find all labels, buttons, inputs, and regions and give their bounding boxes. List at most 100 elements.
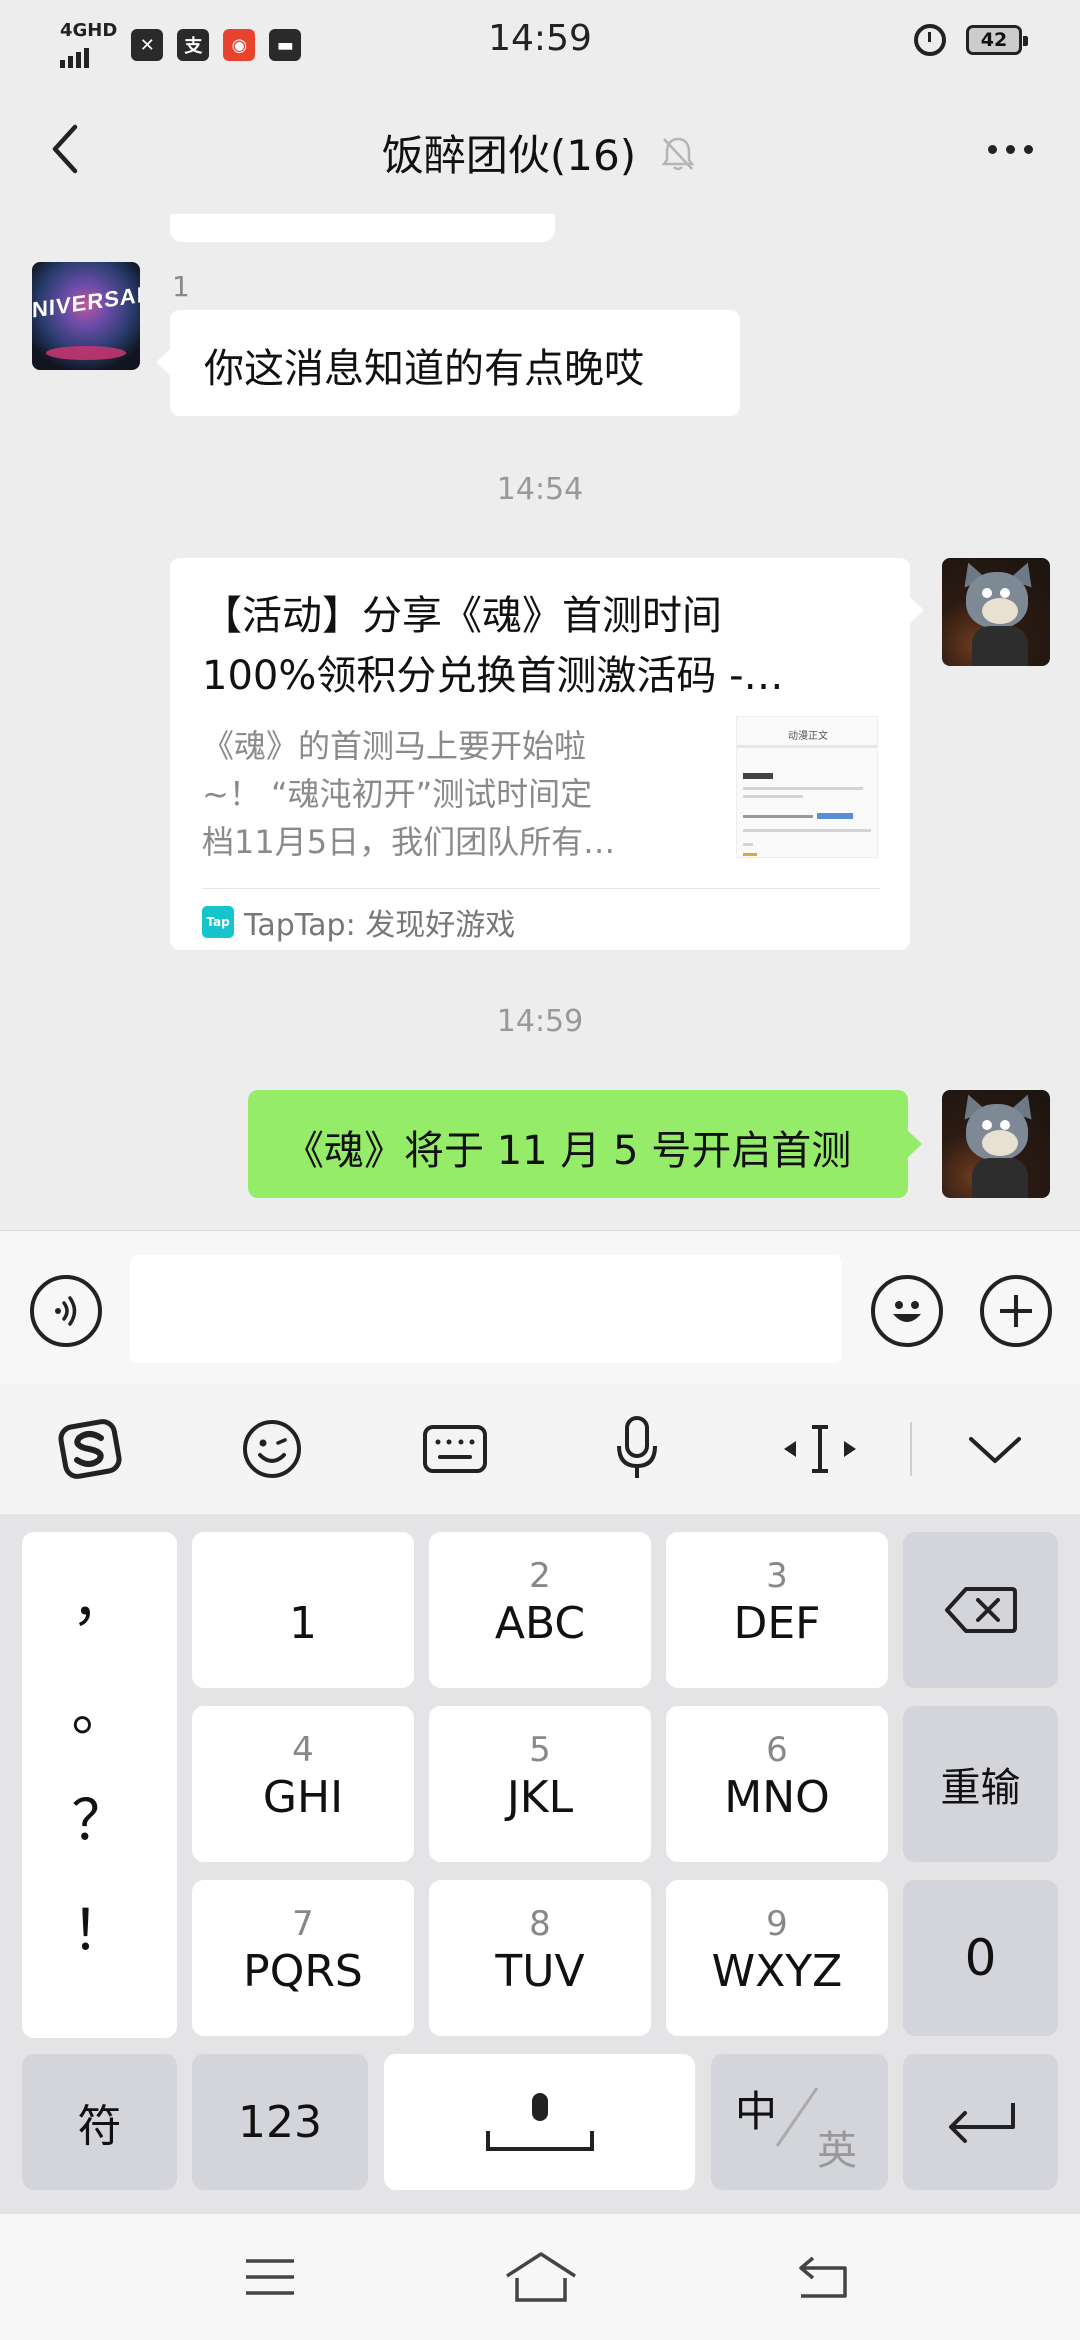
key-number: 4: [292, 1730, 314, 1770]
key-9-wxyz[interactable]: 9 WXYZ: [666, 1880, 888, 2036]
thumb-line: [743, 787, 863, 790]
cat-muzzle: [982, 1130, 1018, 1156]
avatar[interactable]: NIVERSAL: [32, 262, 140, 370]
lang-en-label: 英: [817, 2128, 857, 2174]
cat-body: [972, 1158, 1028, 1198]
thumb-line: [743, 843, 753, 846]
key-label: JKL: [506, 1772, 574, 1823]
microphone-icon: [617, 1416, 657, 1478]
dot-icon: [1005, 144, 1015, 154]
sender-name: 1: [172, 270, 190, 303]
cat-eye: [982, 588, 992, 598]
message-input[interactable]: [130, 1255, 842, 1363]
thumb-line: [743, 853, 757, 856]
avatar-logo-text: NIVERSAL: [32, 280, 140, 323]
dot-icon: [1023, 144, 1033, 154]
key-number: 2: [529, 1556, 551, 1596]
punct-exclaim-key[interactable]: ！: [22, 1886, 177, 1967]
key-number: 3: [766, 1556, 788, 1596]
avatar-self[interactable]: [942, 1090, 1050, 1198]
card-title: 【活动】分享《魂》首测时间 100%领积分兑换首测激活码 -…: [202, 586, 882, 706]
symbols-key[interactable]: 符: [22, 2054, 177, 2190]
thumb-rule: [737, 745, 877, 748]
key-2-abc[interactable]: 2 ABC: [429, 1532, 651, 1688]
emoji-button[interactable]: [871, 1275, 943, 1347]
menu-nav-button[interactable]: [210, 2234, 330, 2320]
thumb-line: [743, 829, 871, 832]
card-title-line: 100%领积分兑换首测激活码 -…: [202, 653, 784, 699]
status-icons-right: 42: [914, 24, 1028, 56]
link-card-message[interactable]: 【活动】分享《魂》首测时间 100%领积分兑换首测激活码 -… 《魂》的首测马上…: [170, 558, 924, 950]
key-label: PQRS: [243, 1946, 363, 1997]
key-8-tuv[interactable]: 8 TUV: [429, 1880, 651, 2036]
message-bubble-partial[interactable]: [170, 214, 555, 242]
enter-wrap: [903, 2054, 1058, 2190]
card-desc-line: ~！ “魂沌初开”测试时间定: [202, 775, 593, 813]
punct-question-key[interactable]: ？: [22, 1776, 177, 1857]
message-bubble-incoming[interactable]: 你这消息知道的有点晚哎: [156, 310, 740, 416]
space-key[interactable]: [384, 2054, 695, 2190]
language-switch-key[interactable]: 中 英: [711, 2054, 888, 2190]
hide-keyboard-button[interactable]: [935, 1384, 1055, 1514]
punct-comma-key[interactable]: ，: [22, 1556, 177, 1637]
page-title: 饭醉团伙(16): [381, 131, 637, 180]
key-3-def[interactable]: 3 DEF: [666, 1532, 888, 1688]
key-number: 6: [766, 1730, 788, 1770]
emoji-keyboard-button[interactable]: [212, 1384, 332, 1514]
avatar-self[interactable]: [942, 558, 1050, 666]
globe-base: [46, 346, 126, 360]
battery-icon: 42: [966, 25, 1028, 55]
key-label: ABC: [494, 1598, 586, 1649]
chat-header: 饭醉团伙(16): [0, 84, 1080, 214]
card-divider: [202, 888, 880, 889]
keyboard-switch-button[interactable]: [395, 1384, 515, 1514]
punctuation-column[interactable]: ， 。 ？ ！: [22, 1532, 177, 2038]
key-6-mno[interactable]: 6 MNO: [666, 1706, 888, 1862]
key-1[interactable]: 1: [192, 1532, 414, 1688]
reenter-key[interactable]: 重输: [903, 1706, 1058, 1862]
system-nav-bar: [0, 2214, 1080, 2340]
thumb-link: [817, 813, 853, 819]
key-number: 9: [766, 1904, 788, 1944]
key-5-jkl[interactable]: 5 JKL: [429, 1706, 651, 1862]
card-source-text: TapTap: 发现好游戏: [244, 908, 516, 943]
cursor-move-button[interactable]: [760, 1384, 880, 1514]
home-nav-button[interactable]: [481, 2234, 601, 2320]
smiley-icon: [893, 1301, 921, 1322]
key-4-ghi[interactable]: 4 GHI: [192, 1706, 414, 1862]
voice-input-button[interactable]: [30, 1275, 102, 1347]
thumb-line: [743, 795, 803, 798]
card-desc-line: 《魂》的首测马上要开始啦: [202, 727, 587, 765]
more-actions-button[interactable]: [980, 1275, 1052, 1347]
back-nav-button[interactable]: [763, 2234, 883, 2320]
plus-icon: [1000, 1295, 1032, 1327]
key-0[interactable]: 0: [903, 1880, 1058, 2036]
key-label: DEF: [733, 1598, 821, 1649]
taptap-icon: Tap: [202, 906, 234, 938]
more-options-button[interactable]: [970, 114, 1050, 184]
battery-level: 42: [980, 29, 1008, 51]
sogou-logo-button[interactable]: [30, 1384, 150, 1514]
chat-messages[interactable]: NIVERSAL 1 你这消息知道的有点晚哎 14:54 【活动】分享《魂》首测…: [0, 214, 1080, 1230]
backspace-key[interactable]: [903, 1532, 1058, 1688]
key-7-pqrs[interactable]: 7 PQRS: [192, 1880, 414, 2036]
alarm-icon: [914, 24, 946, 56]
card-title-line: 【活动】分享《魂》首测时间: [202, 593, 722, 639]
sogou-logo-icon: [58, 1419, 122, 1479]
space-mic-icon: [485, 2093, 594, 2151]
number-mode-key[interactable]: 123: [192, 2054, 368, 2190]
toolbar-divider: [910, 1422, 912, 1476]
voice-typing-button[interactable]: [577, 1384, 697, 1514]
message-bubble-outgoing[interactable]: 《魂》将于 11 月 5 号开启首测: [248, 1090, 922, 1198]
voice-icon: [55, 1296, 77, 1326]
enter-key[interactable]: [903, 2054, 1058, 2190]
thumbnail-title: 动漫正文: [788, 731, 828, 742]
key-number: 5: [529, 1730, 551, 1770]
keyboard-icon: [423, 1425, 487, 1473]
menu-icon: [246, 2259, 294, 2295]
key-label: 123: [238, 2096, 322, 2148]
key-label: GHI: [262, 1772, 344, 1823]
punct-period-key[interactable]: 。: [22, 1666, 177, 1747]
home-icon: [506, 2252, 576, 2302]
title-area: 饭醉团伙(16): [0, 122, 1080, 183]
